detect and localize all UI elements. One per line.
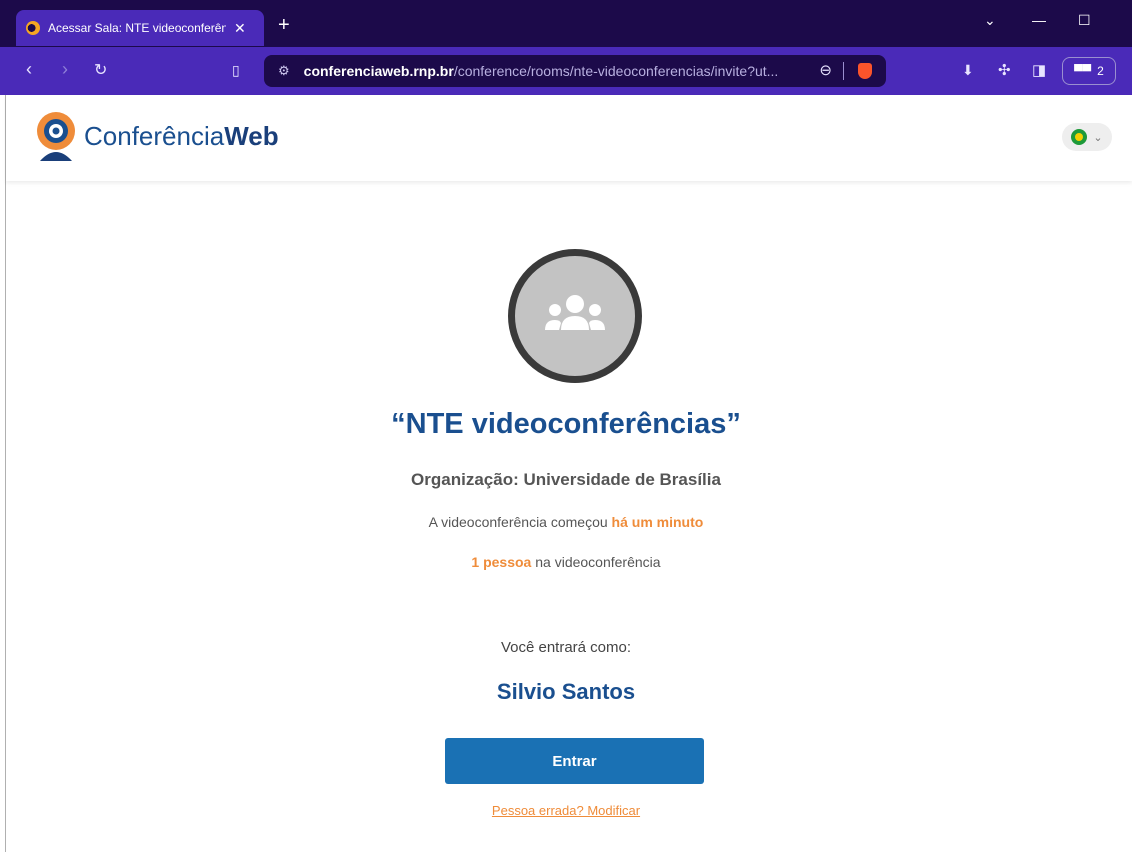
site-header: ConferênciaWeb ⌄	[6, 95, 1132, 181]
badge-count: 2	[1097, 64, 1104, 78]
group-icon	[545, 295, 605, 330]
tab-close-icon[interactable]: ✕	[234, 20, 246, 37]
site-logo[interactable]: ConferênciaWeb	[34, 109, 279, 163]
tab-search-icon[interactable]: ⌄	[984, 12, 996, 29]
address-bar[interactable]: ⚙ conferenciaweb.rnp.br /conference/room…	[264, 55, 886, 87]
start-time: há um minuto	[611, 514, 704, 530]
reload-icon[interactable]: ↻	[94, 60, 107, 80]
enter-as-label: Você entrará como:	[500, 639, 632, 656]
conference-start-status: A videoconferência começou há um minuto	[428, 514, 704, 530]
browser-tab[interactable]: Acessar Sala: NTE videoconferên ✕	[16, 10, 264, 46]
brave-shields-icon[interactable]	[858, 63, 872, 79]
language-selector[interactable]: ⌄	[1062, 123, 1112, 151]
sidebar-icon[interactable]: ◨	[1032, 61, 1046, 79]
site-favicon-icon	[26, 21, 40, 35]
back-icon[interactable]: ‹	[26, 59, 32, 80]
chevron-down-icon: ⌄	[1093, 131, 1103, 144]
zoom-icon[interactable]: ⊖	[819, 61, 832, 79]
brazil-flag-icon	[1071, 129, 1088, 145]
site-info-icon[interactable]: ⚙	[278, 63, 290, 79]
maximize-button[interactable]: ☐	[1078, 12, 1091, 29]
new-tab-button[interactable]: +	[278, 14, 290, 37]
download-icon[interactable]: ⬇	[962, 62, 974, 79]
tab-title: Acessar Sala: NTE videoconferên	[48, 21, 226, 35]
glasses-icon: ▀▀	[1074, 64, 1092, 78]
webcam-logo-icon	[34, 109, 78, 163]
room-avatar	[508, 249, 642, 383]
logo-text: ConferênciaWeb	[84, 120, 279, 151]
browser-toolbar: ‹ › ↻ ▯ ⚙ conferenciaweb.rnp.br /confere…	[0, 47, 1132, 95]
participants-status: 1 pessoa na videoconferência	[471, 554, 661, 570]
url-path: /conference/rooms/nte-videoconferencias/…	[453, 63, 779, 79]
private-window-badge[interactable]: ▀▀ 2	[1062, 57, 1116, 85]
url-host: conferenciaweb.rnp.br	[303, 63, 454, 79]
bookmark-icon[interactable]: ▯	[232, 62, 240, 79]
organization-label: Organização: Universidade de Brasília	[411, 470, 721, 489]
enter-button[interactable]: Entrar	[445, 738, 704, 784]
extensions-icon[interactable]: ✣	[998, 61, 1011, 79]
user-name: Silvio Santos	[496, 679, 636, 704]
browser-window: Acessar Sala: NTE videoconferên ✕ + ⌄ — …	[0, 0, 1132, 852]
forward-icon[interactable]: ›	[62, 59, 68, 80]
participant-count: 1 pessoa	[471, 554, 532, 570]
minimize-button[interactable]: —	[1032, 12, 1046, 28]
divider	[843, 62, 844, 80]
room-title: “NTE videoconferências”	[391, 408, 741, 440]
tab-strip: Acessar Sala: NTE videoconferên ✕ + ⌄ — …	[0, 0, 1132, 47]
change-user-link[interactable]: Pessoa errada? Modificar	[0, 803, 1132, 818]
